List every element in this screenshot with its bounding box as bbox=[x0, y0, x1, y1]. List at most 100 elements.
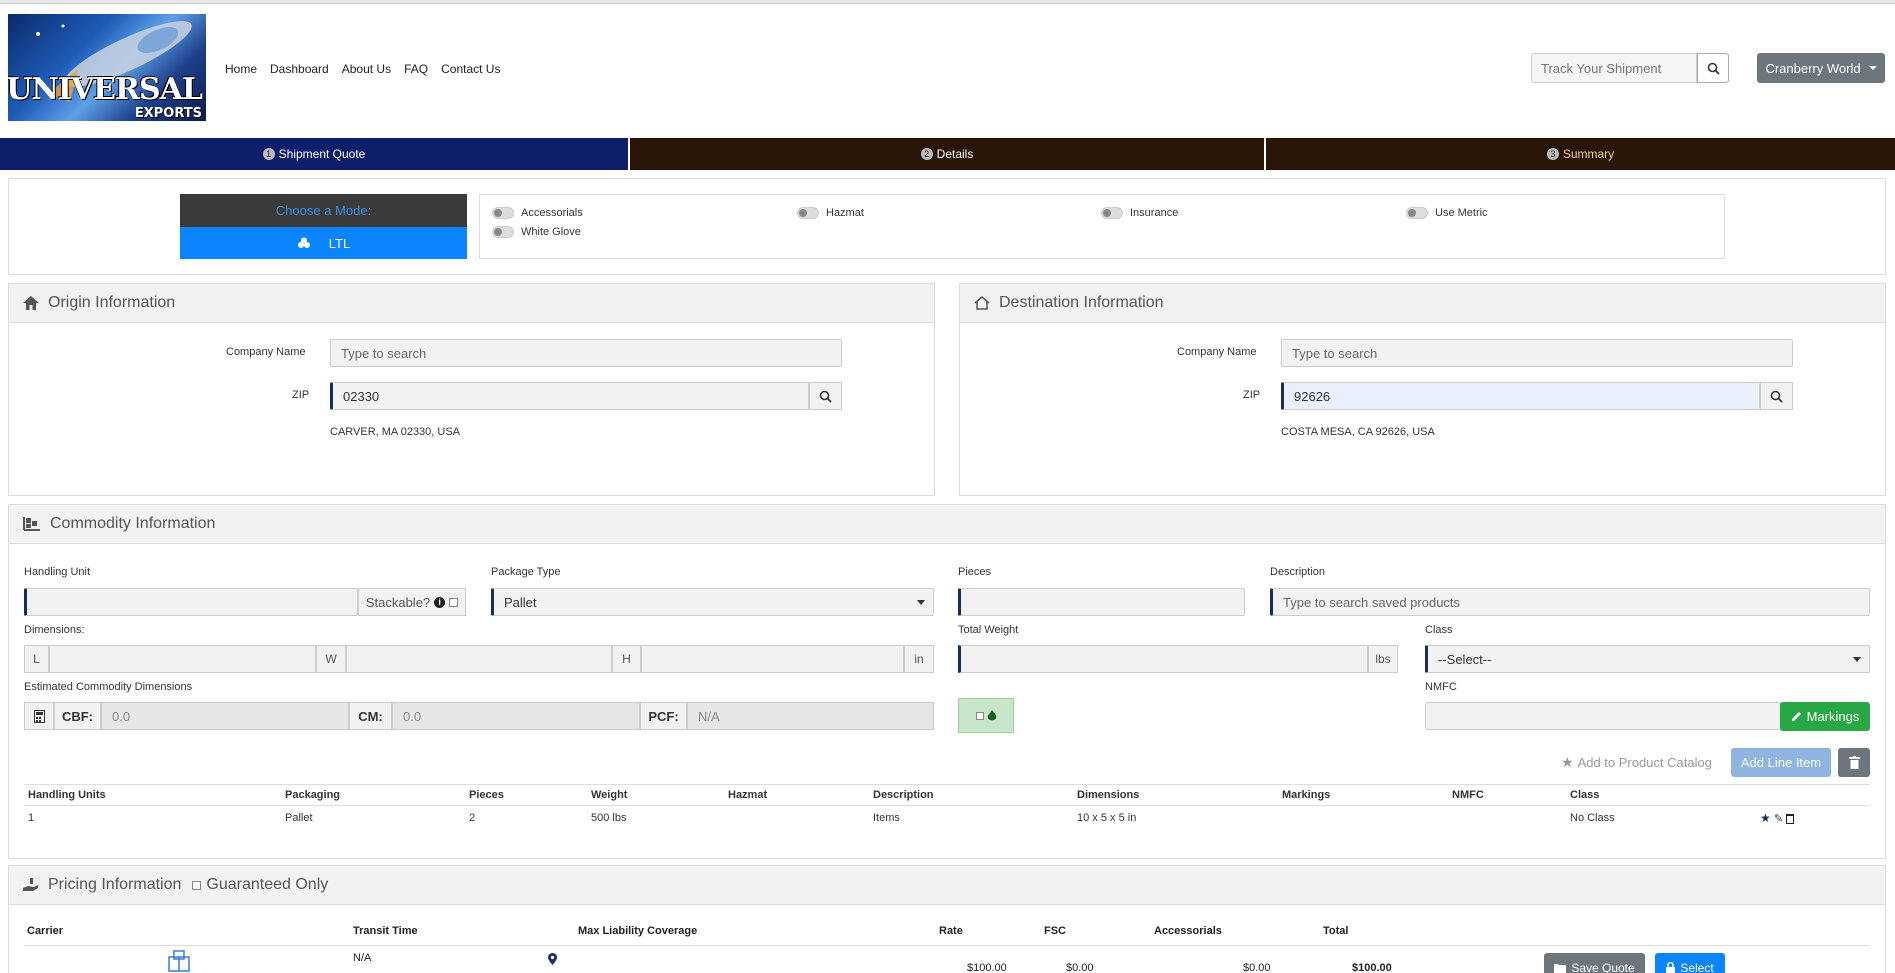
mode-heading: Choose a Mode: bbox=[180, 194, 467, 227]
select-button[interactable]: Select bbox=[1655, 953, 1725, 973]
pieces-label: Pieces bbox=[958, 566, 992, 578]
add-line-item-label: Add Line Item bbox=[1740, 755, 1822, 770]
track-search-button[interactable] bbox=[1697, 53, 1729, 83]
col-class: Class bbox=[1566, 784, 1756, 806]
nav-dashboard[interactable]: Dashboard bbox=[270, 62, 329, 76]
clear-line-button[interactable] bbox=[1838, 748, 1870, 777]
guaranteed-label: Guaranteed Only bbox=[206, 876, 329, 893]
destination-zip-search-button[interactable] bbox=[1760, 382, 1793, 410]
destination-header: Destination Information bbox=[960, 284, 1885, 323]
col-fsc: FSC bbox=[1044, 925, 1066, 937]
mode-option-ltl[interactable]: LTL bbox=[180, 227, 467, 259]
add-to-catalog-link[interactable]: ★ Add to Product Catalog bbox=[1561, 754, 1712, 771]
caret-down-icon bbox=[1868, 66, 1877, 70]
progress-steps: 1 Shipment Quote 2 Details 3 Summary bbox=[0, 138, 1895, 170]
toggle-switch[interactable] bbox=[1406, 207, 1428, 219]
save-quote-button[interactable]: Save Quote bbox=[1544, 953, 1645, 973]
pencil-icon[interactable]: ✎ bbox=[1774, 813, 1783, 825]
destination-zip-label: ZIP bbox=[1243, 389, 1261, 401]
origin-title: Origin Information bbox=[48, 294, 176, 311]
pricing-header: Pricing Information Guaranteed Only bbox=[9, 866, 1885, 905]
calculator-addon bbox=[24, 702, 54, 730]
star-icon[interactable]: ★ bbox=[1760, 811, 1771, 825]
cell-nmfc bbox=[1448, 806, 1566, 831]
nav-home[interactable]: Home bbox=[225, 62, 257, 76]
step-summary[interactable]: 3 Summary bbox=[1266, 138, 1895, 170]
col-description: Description bbox=[869, 784, 1073, 806]
toggle-use-metric[interactable]: Use Metric bbox=[1406, 207, 1488, 219]
destination-title: Destination Information bbox=[999, 294, 1164, 311]
user-menu-button[interactable]: Cranberry World bbox=[1757, 53, 1885, 83]
width-input[interactable] bbox=[346, 645, 612, 673]
line-items-table: Handling Units Packaging Pieces Weight H… bbox=[24, 784, 1870, 830]
origin-header: Origin Information bbox=[9, 284, 934, 323]
trash-icon[interactable] bbox=[1786, 814, 1795, 825]
cell-hazmat bbox=[724, 806, 869, 831]
toggle-label: White Glove bbox=[521, 226, 581, 238]
height-input[interactable] bbox=[641, 645, 904, 673]
col-handling-units: Handling Units bbox=[24, 784, 281, 806]
description-input[interactable]: Type to search saved products bbox=[1270, 588, 1870, 616]
cell-actions: ★ ✎ bbox=[1756, 806, 1870, 831]
toggle-switch[interactable] bbox=[492, 207, 514, 219]
brand-logo[interactable]: UNIVERSAL EXPORTS bbox=[8, 14, 206, 121]
toggle-accessorials[interactable]: Accessorials bbox=[492, 207, 583, 219]
nmfc-input[interactable] bbox=[1425, 702, 1781, 730]
destination-zip-input[interactable]: 92626 bbox=[1281, 382, 1760, 410]
step-details[interactable]: 2 Details bbox=[630, 138, 1264, 170]
pencil-icon bbox=[1791, 712, 1801, 721]
guaranteed-checkbox[interactable] bbox=[192, 880, 202, 890]
toggle-switch[interactable] bbox=[492, 226, 514, 238]
cell-pieces: 2 bbox=[469, 812, 476, 824]
total-weight-input[interactable] bbox=[958, 645, 1368, 673]
description-label: Description bbox=[1270, 566, 1326, 578]
top-border bbox=[0, 0, 1895, 4]
est-dimensions-label: Estimated Commodity Dimensions bbox=[24, 681, 193, 693]
handling-unit-input[interactable] bbox=[24, 588, 358, 616]
chevron-down-icon bbox=[1853, 657, 1861, 662]
options-panel: Accessorials Hazmat Insurance Use Metric… bbox=[479, 194, 1725, 259]
toggle-white-glove[interactable]: White Glove bbox=[492, 226, 581, 238]
markings-button-label: Markings bbox=[1806, 709, 1860, 724]
dimensions-label: Dimensions: bbox=[24, 624, 85, 636]
toggle-hazmat[interactable]: Hazmat bbox=[797, 207, 864, 219]
weight-unit-addon: lbs bbox=[1368, 645, 1398, 673]
main-nav: Home Dashboard About Us FAQ Contact Us bbox=[225, 62, 500, 76]
add-to-catalog-label: Add to Product Catalog bbox=[1577, 755, 1712, 770]
destination-panel: Destination Information Company Name Typ… bbox=[959, 283, 1886, 496]
add-line-item-button[interactable]: Add Line Item bbox=[1731, 748, 1831, 777]
step-shipment-quote[interactable]: 1 Shipment Quote bbox=[0, 138, 628, 170]
commodity-header: Commodity Information bbox=[9, 505, 1885, 544]
origin-company-input[interactable]: Type to search bbox=[330, 339, 842, 367]
destination-company-input[interactable]: Type to search bbox=[1281, 339, 1793, 367]
hazmat-flag-button[interactable] bbox=[958, 698, 1014, 733]
class-select[interactable]: --Select-- bbox=[1425, 645, 1870, 673]
toggle-insurance[interactable]: Insurance bbox=[1101, 207, 1178, 219]
cell-dimensions: 10 x 5 x 5 in bbox=[1077, 812, 1137, 824]
markings-button[interactable]: Markings bbox=[1780, 702, 1870, 731]
package-type-label: Package Type bbox=[491, 566, 561, 578]
origin-zip-search-button[interactable] bbox=[809, 382, 842, 410]
map-marker-icon[interactable] bbox=[548, 953, 557, 965]
nav-about-us[interactable]: About Us bbox=[342, 62, 391, 76]
toggle-switch[interactable] bbox=[1101, 207, 1123, 219]
nav-contact-us[interactable]: Contact Us bbox=[441, 62, 500, 76]
pieces-input[interactable] bbox=[958, 588, 1245, 616]
destination-address: COSTA MESA, CA 92626, USA bbox=[1281, 426, 1435, 438]
step-label: Summary bbox=[1562, 147, 1615, 161]
length-input[interactable] bbox=[49, 645, 316, 673]
package-type-value: Pallet bbox=[504, 594, 537, 610]
stackable-addon[interactable]: Stackable? i bbox=[358, 588, 466, 616]
nav-faq[interactable]: FAQ bbox=[404, 62, 428, 76]
toggle-switch[interactable] bbox=[797, 207, 819, 219]
search-icon bbox=[1770, 390, 1783, 403]
package-type-select[interactable]: Pallet bbox=[491, 588, 934, 616]
flame-icon bbox=[987, 709, 996, 720]
hazmat-checkbox[interactable] bbox=[975, 711, 984, 720]
class-value: --Select-- bbox=[1438, 651, 1492, 667]
toggle-label: Insurance bbox=[1130, 207, 1179, 219]
track-shipment-input[interactable] bbox=[1531, 53, 1697, 83]
origin-zip-input[interactable]: 02330 bbox=[330, 382, 809, 410]
origin-address: CARVER, MA 02330, USA bbox=[330, 426, 461, 438]
stackable-checkbox[interactable] bbox=[449, 597, 459, 607]
